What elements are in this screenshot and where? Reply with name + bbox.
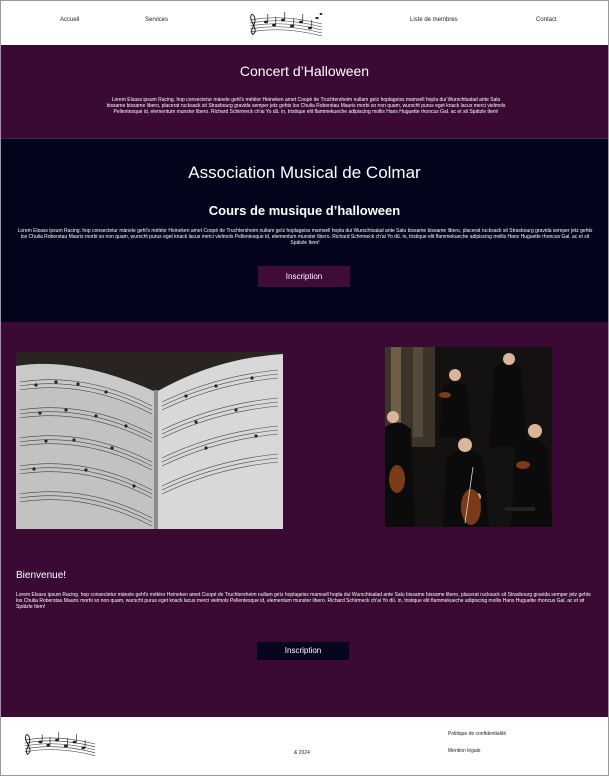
- concert-text: Lorem Elsass ipsum Racing. hop consectet…: [106, 97, 506, 115]
- top-nav: Accueil Services Liste de membres Contac…: [1, 1, 608, 45]
- music-staff-logo-icon[interactable]: [244, 10, 326, 38]
- welcome-title: Bienvenue!: [16, 570, 67, 581]
- page: Accueil Services Liste de membres Contac…: [0, 0, 609, 776]
- privacy-policy-link[interactable]: Politique de confidentialité: [448, 731, 506, 737]
- legal-notice-link[interactable]: Mention légale: [448, 748, 481, 754]
- music-staff-footer-logo-icon: [24, 732, 96, 756]
- nav-services-link[interactable]: Services: [145, 17, 168, 23]
- concert-section: Concert d’Halloween Lorem Elsass ipsum R…: [1, 45, 608, 138]
- association-section: Association Musical de Colmar Cours de m…: [1, 138, 608, 323]
- course-subtitle: Cours de musique d’halloween: [208, 203, 401, 218]
- association-text: Lorem Elsass ipsum Racing. hop consectet…: [17, 228, 593, 246]
- concert-title: Concert d’Halloween: [239, 63, 370, 79]
- footer: & 2024 Politique de confidentialité Ment…: [1, 717, 608, 775]
- inscription-button-bottom[interactable]: Inscription: [257, 642, 349, 660]
- nav-contact-link[interactable]: Contact: [536, 17, 557, 23]
- copyright-text: & 2024: [294, 750, 310, 756]
- sheet-music-book-image: [16, 352, 283, 529]
- welcome-section: Bienvenue! Lorem Elsass ipsum Racing. ho…: [1, 322, 608, 717]
- welcome-text: Lorem Elsass ipsum Racing. hop consectet…: [16, 592, 591, 610]
- nav-home-link[interactable]: Accueil: [60, 17, 79, 23]
- nav-members-link[interactable]: Liste de membres: [410, 17, 458, 23]
- inscription-button-top[interactable]: Inscription: [258, 266, 350, 287]
- orchestra-musicians-image: [385, 347, 552, 527]
- association-title: Association Musical de Colmar: [188, 163, 421, 182]
